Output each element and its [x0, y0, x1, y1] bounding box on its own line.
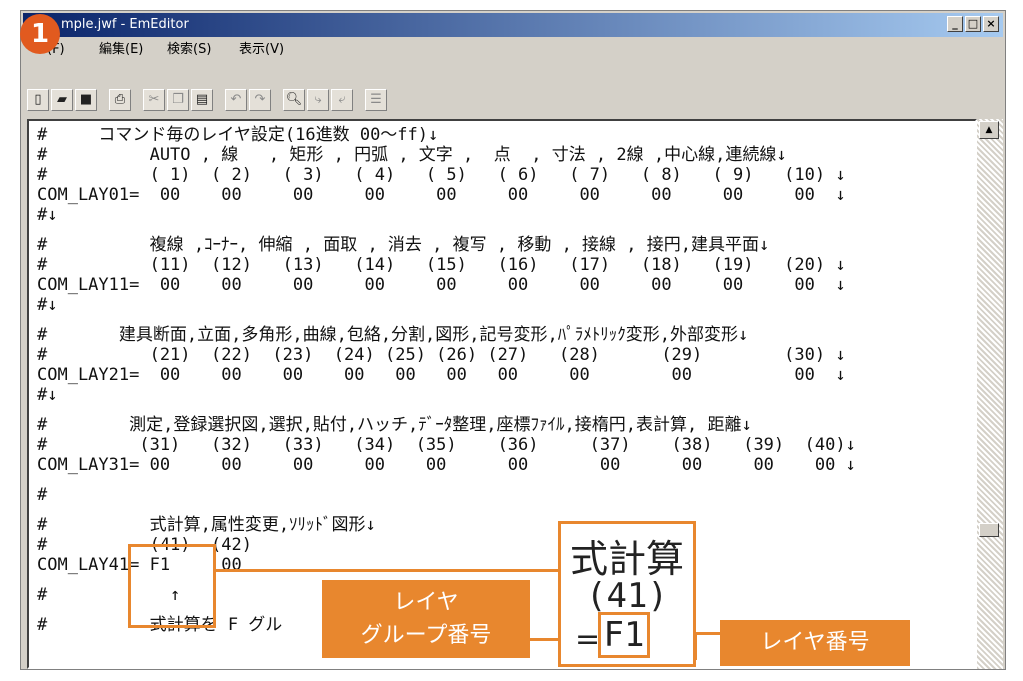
- step-badge: 1: [20, 14, 60, 54]
- code-line: #↓: [37, 385, 58, 405]
- code-line: #: [37, 485, 48, 505]
- code-line: COM_LAY31= 00 00 00 00 00 00 00 00 00 00…: [37, 455, 856, 475]
- layer-number-label: レイヤ番号: [720, 620, 910, 666]
- minimize-button[interactable]: _: [947, 16, 963, 32]
- scroll-thumb[interactable]: [979, 523, 999, 537]
- find-prev-icon[interactable]: ⤶: [331, 89, 353, 111]
- list-icon[interactable]: ☰: [365, 89, 387, 111]
- code-line: # (11) (12) (13) (14) (15) (16) (17) (18…: [37, 255, 846, 275]
- zoom-number: (41): [586, 576, 668, 616]
- title-bar[interactable]: mple.jwf - EmEditor _ □ ×: [23, 13, 1003, 37]
- menu-view[interactable]: 表示(V): [239, 39, 284, 61]
- maximize-button[interactable]: □: [965, 16, 981, 32]
- highlight-box-formula: [128, 544, 216, 628]
- code-line: # AUTO , 線 , 矩形 , 円弧 , 文字 , 点 , 寸法 , 2線 …: [37, 145, 787, 165]
- save-icon[interactable]: ■: [75, 89, 97, 111]
- menu-edit[interactable]: 編集(E): [99, 39, 143, 61]
- code-line: # (21) (22) (23) (24) (25) (26) (27) (28…: [37, 345, 846, 365]
- toolbar: ▯ ▰ ■ ⎙ ✂ ❐ ▤ ↶ ↷ 🔍︎ ⤷ ⤶ ☰: [23, 83, 1003, 117]
- zoom-title: 式計算: [569, 537, 684, 581]
- menu-search[interactable]: 検索(S): [167, 39, 211, 61]
- print-icon[interactable]: ⎙: [109, 89, 131, 111]
- code-line: #↓: [37, 205, 58, 225]
- code-line: # ( 1) ( 2) ( 3) ( 4) ( 5) ( 6) ( 7) ( 8…: [37, 165, 846, 185]
- find-icon[interactable]: 🔍︎: [283, 89, 305, 111]
- copy-icon[interactable]: ❐: [167, 89, 189, 111]
- code-line: COM_LAY21= 00 00 00 00 00 00 00 00 00 00…: [37, 365, 846, 385]
- vertical-scrollbar[interactable]: ▲: [977, 119, 1003, 669]
- code-line: #↓: [37, 295, 58, 315]
- redo-icon[interactable]: ↷: [249, 89, 271, 111]
- scroll-up-icon[interactable]: ▲: [979, 121, 999, 139]
- code-line: # 測定,登録選択図,選択,貼付,ハッチ,ﾃﾞｰﾀ整理,座標ﾌｧｲﾙ,接楕円,表…: [37, 415, 752, 435]
- layer-group-number-label: レイヤ グループ番号: [322, 580, 530, 658]
- code-line: COM_LAY01= 00 00 00 00 00 00 00 00 00 00…: [37, 185, 846, 205]
- zoom-value-f1: F1: [598, 612, 650, 658]
- connector-line: [216, 569, 558, 572]
- code-line: # 式計算,属性変更,ｿﾘｯﾄﾞ図形↓: [37, 515, 376, 535]
- menu-bar: (F) 編集(E) 検索(S) 表示(V): [23, 39, 1003, 61]
- open-folder-icon[interactable]: ▰: [51, 89, 73, 111]
- find-next-icon[interactable]: ⤷: [307, 89, 329, 111]
- code-line: # (31) (32) (33) (34) (35) (36) (37) (38…: [37, 435, 856, 455]
- close-button[interactable]: ×: [983, 16, 999, 32]
- code-line: # 建具断面,立面,多角形,曲線,包絡,分割,図形,記号変形,ﾊﾟﾗﾒﾄﾘｯｸ変…: [37, 325, 749, 345]
- window-title: mple.jwf - EmEditor: [61, 17, 189, 32]
- zoom-equals: =: [575, 622, 601, 657]
- undo-icon[interactable]: ↶: [225, 89, 247, 111]
- code-line: COM_LAY11= 00 00 00 00 00 00 00 00 00 00…: [37, 275, 846, 295]
- code-line: # 複線 ,ｺｰﾅｰ, 伸縮 , 面取 , 消去 , 複写 , 移動 , 接線 …: [37, 235, 770, 255]
- cut-icon[interactable]: ✂: [143, 89, 165, 111]
- new-file-icon[interactable]: ▯: [27, 89, 49, 111]
- code-line: # コマンド毎のレイヤ設定(16進数 00〜ff)↓: [37, 125, 439, 145]
- paste-icon[interactable]: ▤: [191, 89, 213, 111]
